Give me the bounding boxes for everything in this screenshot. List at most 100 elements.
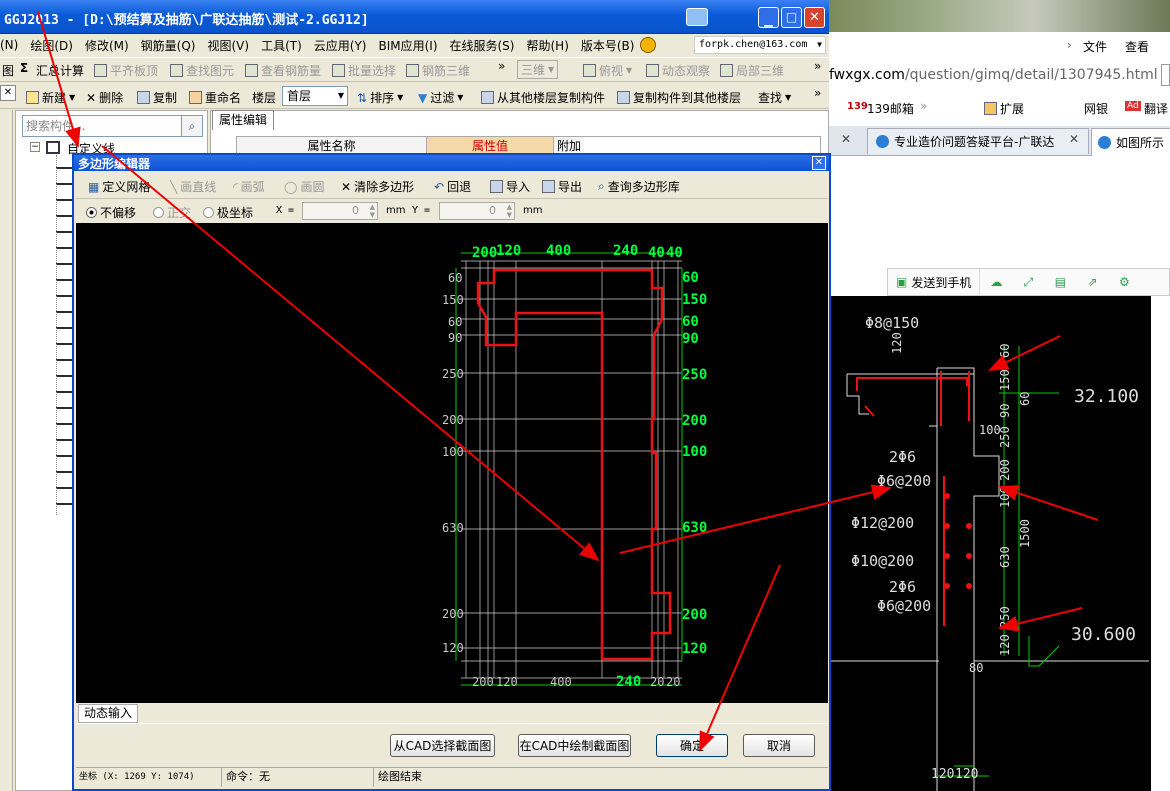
- draw-line-button[interactable]: ╲ 画直线: [170, 178, 216, 195]
- address-bar-scroll[interactable]: [1161, 64, 1170, 86]
- fullscreen-icon[interactable]: ⤢: [1012, 275, 1044, 290]
- menu-item[interactable]: (N): [0, 38, 18, 52]
- copy-label: 复制: [153, 91, 178, 105]
- mode-ortho-radio[interactable]: 正交: [153, 204, 191, 221]
- copy-to-floor-button[interactable]: 复制构件到其他楼层: [617, 89, 741, 106]
- define-grid-button[interactable]: ▦ 定义网格: [88, 178, 150, 195]
- rename-button[interactable]: 重命名: [189, 89, 241, 106]
- minimize-button[interactable]: ▁: [758, 7, 779, 28]
- select-from-cad-button[interactable]: 从CAD选择截面图: [390, 734, 495, 757]
- mode-no-offset-radio[interactable]: 不偏移: [86, 204, 136, 221]
- flush-slab-top-button[interactable]: 平齐板顶: [94, 62, 158, 79]
- x-input[interactable]: 0 ▲ ▼: [302, 202, 378, 220]
- help-icon[interactable]: [686, 8, 708, 26]
- y-input[interactable]: 0 ▲ ▼: [439, 202, 515, 220]
- more-chevron-icon[interactable]: »: [920, 99, 927, 113]
- undo-button[interactable]: ↶ 回退: [434, 178, 471, 195]
- cancel-button[interactable]: 取消: [743, 734, 815, 757]
- menu-item-tools[interactable]: 工具(T): [261, 37, 302, 54]
- menu-item-help[interactable]: 帮助(H): [526, 37, 568, 54]
- dim-top: 40: [648, 245, 665, 261]
- import-button[interactable]: 导入: [490, 178, 530, 195]
- browser-menu-file[interactable]: 文件: [1083, 38, 1107, 55]
- menu-item-bim[interactable]: BIM应用(I): [378, 37, 437, 54]
- rebar-3d-button[interactable]: 钢筋三维: [406, 62, 470, 79]
- ok-button[interactable]: 确定: [656, 734, 728, 757]
- cloud-icon[interactable]: ☁: [980, 275, 1012, 289]
- send-to-phone-button[interactable]: ▣ 发送到手机: [888, 269, 981, 295]
- dynamic-input-tab[interactable]: 动态输入: [78, 704, 138, 723]
- polygon-shape[interactable]: [476, 268, 672, 661]
- draw-in-cad-button[interactable]: 在CAD中绘制截面图: [518, 734, 631, 757]
- summary-calc-button[interactable]: 汇总计算: [36, 62, 84, 79]
- new-icon: [26, 91, 39, 104]
- translate-link[interactable]: 翻译: [1144, 100, 1168, 117]
- delete-button[interactable]: ✕ 删除: [86, 89, 123, 106]
- settings-gear-icon[interactable]: ⚙: [1108, 275, 1140, 289]
- spinner-icon[interactable]: ▲ ▼: [507, 203, 512, 219]
- tab-close-icon[interactable]: ✕: [1069, 132, 1079, 146]
- menu-item-online[interactable]: 在线服务(S): [450, 37, 515, 54]
- search-input[interactable]: 搜索构件...: [22, 115, 182, 137]
- extension-link[interactable]: 扩展: [1000, 100, 1024, 117]
- more-chevron-icon[interactable]: »: [814, 86, 821, 100]
- browser-tab-2[interactable]: 如图所示: [1091, 128, 1170, 156]
- address-bar[interactable]: fwxgx.com/question/gimq/detail/1307945.h…: [829, 62, 1159, 88]
- browser-menu-view[interactable]: 查看: [1125, 38, 1149, 55]
- maximize-button[interactable]: □: [781, 7, 802, 28]
- partial-3d-label: 局部三维: [736, 64, 785, 78]
- menu-item-rebar[interactable]: 钢筋量(Q): [141, 37, 196, 54]
- tree-collapse-icon[interactable]: −: [30, 142, 40, 152]
- browser-tab-1[interactable]: 专业造价问题答疑平台-广联达: [867, 128, 1089, 154]
- export-button[interactable]: 导出: [542, 178, 582, 195]
- cad-label: 250: [998, 606, 1012, 628]
- draw-circle-button[interactable]: ◯ 画圆: [284, 178, 324, 195]
- top-view-button[interactable]: 俯视 ▼: [583, 62, 632, 79]
- menu-item-modify[interactable]: 修改(M): [85, 37, 129, 54]
- menu-item-view[interactable]: 视图(V): [207, 37, 249, 54]
- panel-close-button[interactable]: ✕: [0, 85, 16, 101]
- new-button[interactable]: 新建 ▼: [26, 89, 75, 106]
- orbit-button[interactable]: 动态观察: [646, 62, 710, 79]
- toolbar-figure[interactable]: 图: [2, 62, 14, 79]
- copy-button[interactable]: 复制: [137, 89, 177, 106]
- sort-button[interactable]: ⇅ 排序 ▼: [357, 89, 403, 106]
- search-button[interactable]: ⌕: [181, 115, 203, 137]
- batch-select-button[interactable]: 批量选择: [332, 62, 396, 79]
- close-button[interactable]: ✕: [804, 7, 825, 28]
- x-unit: mm: [386, 205, 406, 216]
- find-element-button[interactable]: 查找图元: [170, 62, 234, 79]
- query-library-button[interactable]: ⌕ 查询多边形库: [598, 178, 680, 195]
- mail-link[interactable]: 139邮箱: [867, 100, 914, 117]
- user-email-dropdown[interactable]: forpk.chen@163.com ▼: [694, 36, 826, 54]
- bank-link[interactable]: 网银: [1084, 100, 1108, 117]
- chevron-down-icon: ▼: [397, 93, 404, 102]
- dialog-close-button[interactable]: ✕: [812, 156, 826, 170]
- menu-item-cloud[interactable]: 云应用(Y): [314, 37, 367, 54]
- cad-label: Φ6@200: [877, 472, 931, 490]
- partial-3d-button[interactable]: 局部三维: [720, 62, 784, 79]
- draw-arc-button[interactable]: ◜ 画弧: [233, 178, 265, 195]
- tab-close-icon[interactable]: ✕: [841, 132, 851, 146]
- view-rebar-qty-button[interactable]: 查看钢筋量: [245, 62, 321, 79]
- prop-tab[interactable]: 属性编辑: [212, 110, 274, 130]
- translate-icon: Ad: [1125, 101, 1141, 111]
- mode-polar-radio[interactable]: 极坐标: [203, 204, 253, 221]
- find-label: 查找: [758, 91, 783, 105]
- spinner-icon[interactable]: ▲ ▼: [370, 203, 375, 219]
- view-3d-dropdown[interactable]: 三维 ▼: [517, 60, 559, 79]
- more-chevron-icon[interactable]: »: [498, 59, 505, 73]
- copy-from-floor-button[interactable]: 从其他楼层复制构件: [481, 89, 605, 106]
- save-icon[interactable]: ▤: [1044, 275, 1076, 289]
- floor-select[interactable]: 首层 ▼: [282, 86, 348, 106]
- filter-button[interactable]: ▼ 过滤 ▼: [418, 89, 463, 106]
- find-button[interactable]: 查找 ▼: [758, 89, 791, 106]
- menu-item-version[interactable]: 版本号(B): [581, 37, 635, 54]
- x-label: X =: [276, 205, 295, 216]
- dim-right: 200: [682, 413, 707, 429]
- more-chevron-icon[interactable]: »: [814, 59, 821, 73]
- share-icon[interactable]: ⇗: [1076, 275, 1108, 289]
- menu-item-draw[interactable]: 绘图(D): [30, 37, 73, 54]
- drawing-canvas[interactable]: 200 120 400 240 40 40 60 150 60 90 250 2…: [76, 223, 828, 703]
- clear-polygon-button[interactable]: ✕ 清除多边形: [341, 178, 414, 195]
